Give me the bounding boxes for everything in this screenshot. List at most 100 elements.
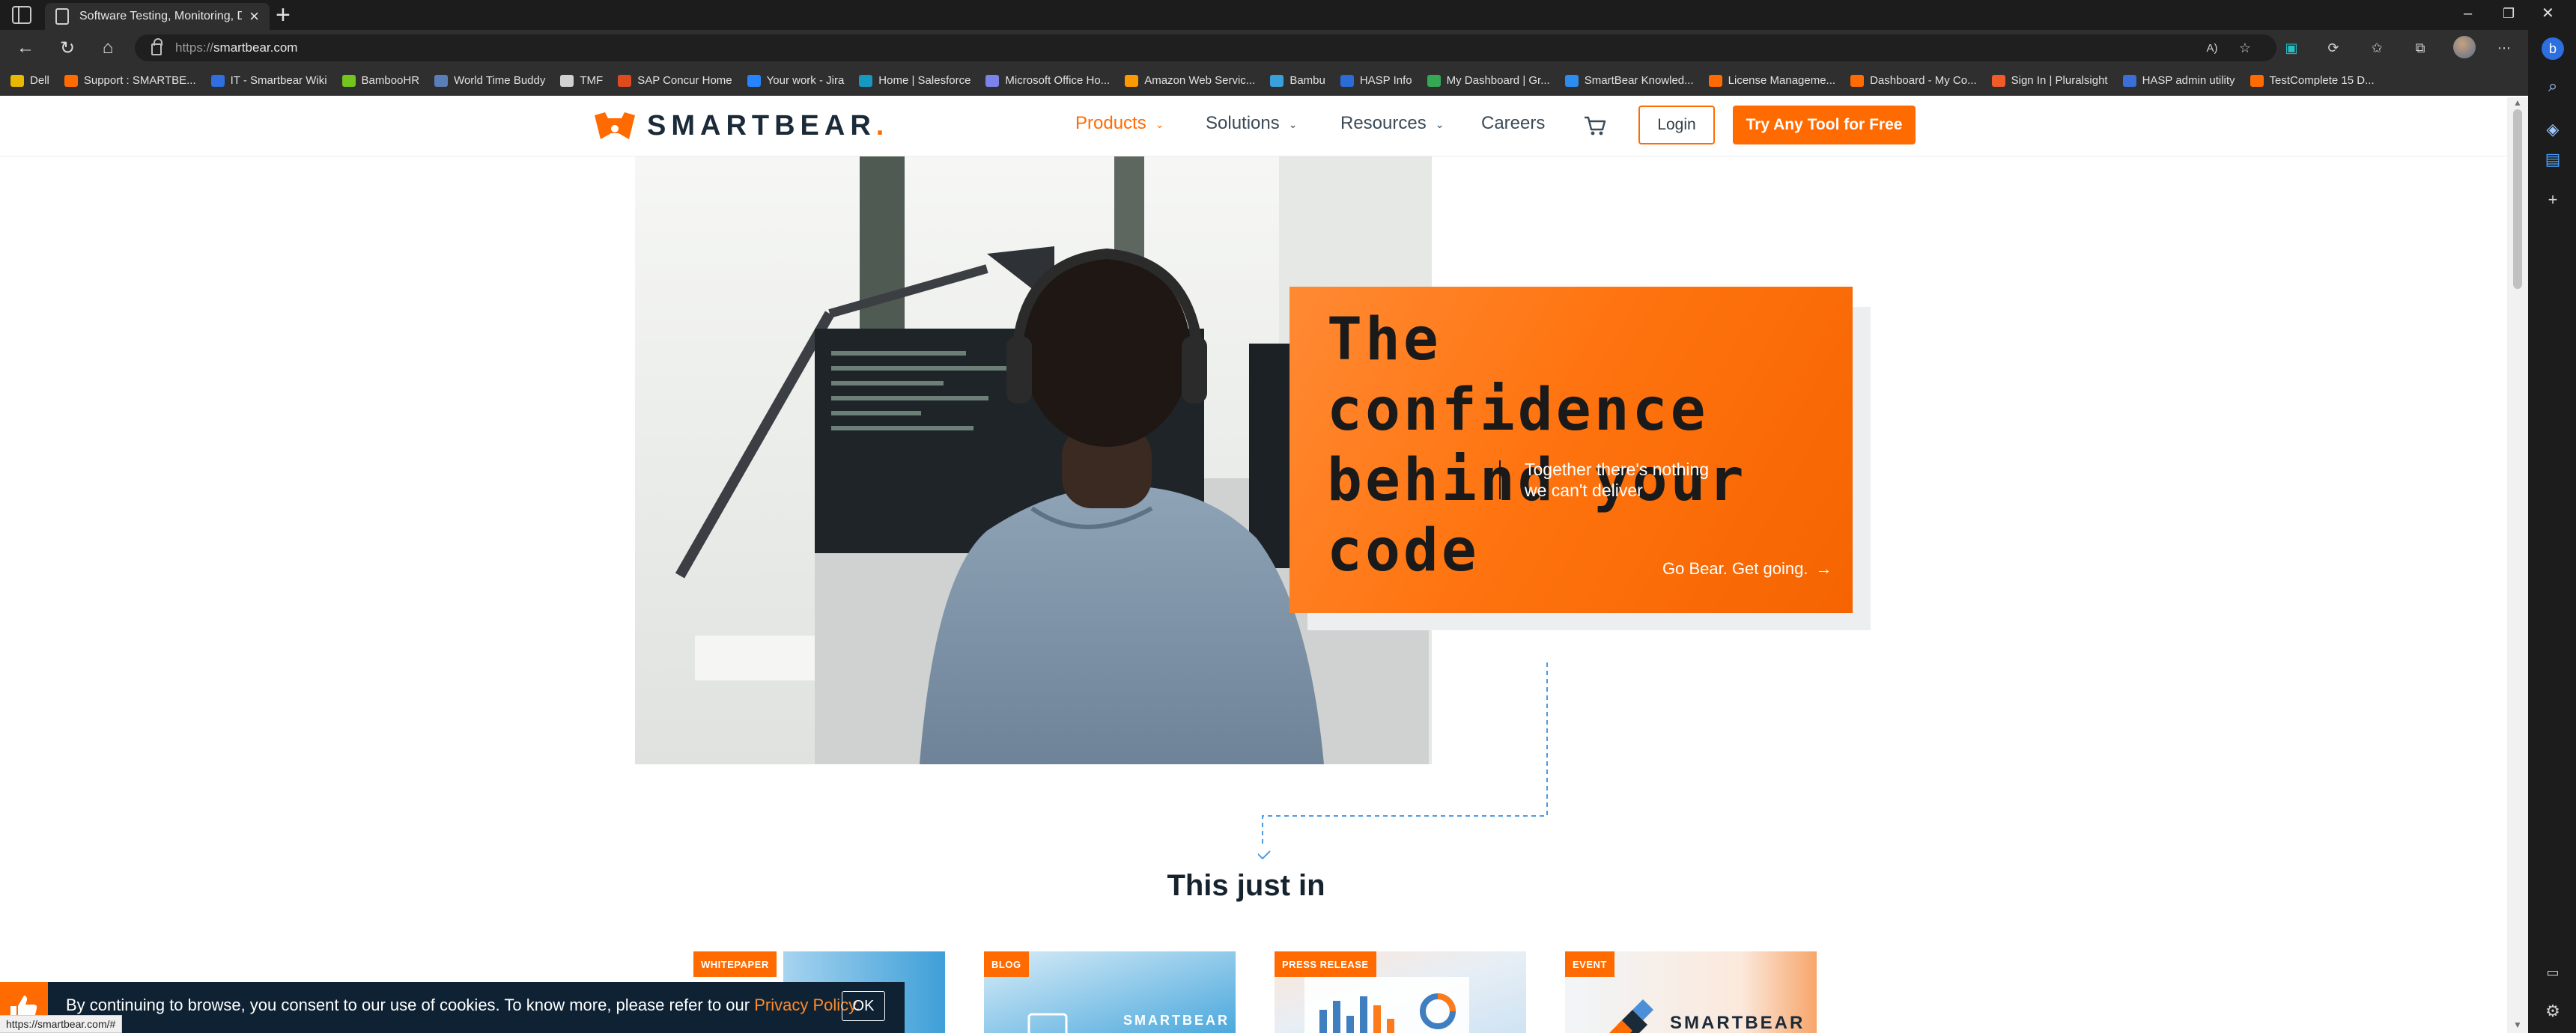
bing-chat-icon[interactable]: b — [2542, 37, 2564, 60]
tab-smartbear[interactable]: Software Testing, Monitoring, De × — [45, 3, 270, 30]
bookmark-label: Your work - Jira — [766, 74, 845, 87]
nav-products[interactable]: Products ⌄ — [1075, 113, 1164, 134]
bookmark-item[interactable]: Amazon Web Servic... — [1125, 74, 1255, 87]
try-any-tool-button[interactable]: Try Any Tool for Free — [1733, 106, 1916, 144]
card-badge: WHITEPAPER — [693, 951, 777, 977]
outlook-icon[interactable]: ▤ — [2543, 150, 2563, 169]
scroll-up-icon[interactable]: ▲ — [2513, 97, 2522, 108]
bookmark-item[interactable]: SmartBear Knowled... — [1564, 74, 1694, 87]
nav-solutions-label: Solutions — [1206, 113, 1280, 133]
bookmark-icon — [618, 74, 632, 87]
cookie-ok-button[interactable]: OK — [842, 991, 885, 1021]
minimize-icon[interactable]: – — [2464, 4, 2472, 22]
login-button[interactable]: Login — [1638, 106, 1715, 144]
cart-icon[interactable] — [1583, 115, 1607, 137]
bear-logo-icon — [595, 112, 635, 139]
hero-cta-link[interactable]: Go Bear. Get going. → — [1662, 559, 1832, 579]
bookmark-icon — [2122, 74, 2136, 87]
bookmark-item[interactable]: World Time Buddy — [434, 74, 545, 87]
extension-2-icon[interactable]: ⟳ — [2323, 37, 2344, 58]
bookmark-label: IT - Smartbear Wiki — [230, 74, 327, 87]
sidebar-settings-icon[interactable]: ⚙ — [2543, 1002, 2563, 1021]
bookmark-item[interactable]: HASP Info — [1340, 74, 1412, 87]
bookmark-label: Amazon Web Servic... — [1144, 74, 1256, 87]
bookmark-item[interactable]: Microsoft Office Ho... — [985, 74, 1110, 87]
home-icon[interactable]: ⌂ — [94, 34, 121, 61]
scroll-down-icon[interactable]: ▼ — [2513, 1020, 2522, 1030]
chevron-down-icon: ⌄ — [1155, 118, 1164, 130]
profile-avatar[interactable] — [2453, 36, 2476, 58]
bookmark-item[interactable]: TestComplete 15 D... — [2250, 74, 2375, 87]
card-badge: EVENT — [1565, 951, 1614, 977]
lock-icon[interactable] — [151, 38, 162, 55]
bookmark-item[interactable]: BambooHR — [341, 74, 420, 87]
cookie-message: By continuing to browse, you consent to … — [66, 996, 860, 1014]
bookmark-icon — [859, 74, 873, 87]
bookmark-label: Sign In | Pluralsight — [2011, 74, 2108, 87]
bookmark-label: Microsoft Office Ho... — [1005, 74, 1111, 87]
bookmark-item[interactable]: My Dashboard | Gr... — [1427, 74, 1550, 87]
bookmark-label: My Dashboard | Gr... — [1446, 74, 1550, 87]
bookmark-icon — [560, 74, 574, 87]
bookmark-label: Home | Salesforce — [878, 74, 971, 87]
bookmark-item[interactable]: Home | Salesforce — [859, 74, 970, 87]
privacy-policy-link[interactable]: Privacy Policy — [754, 996, 855, 1014]
search-icon[interactable]: ⌕ — [2543, 76, 2563, 96]
browser-address-bar: ← ↻ ⌂ https://smartbear.com A) ☆ ▣ ⟳ ✩ ⧉… — [0, 30, 2576, 66]
dashed-connector — [1258, 662, 1548, 860]
bookmark-icon — [1270, 74, 1284, 87]
bookmark-item[interactable]: TMF — [560, 74, 603, 87]
bookmark-label: TestComplete 15 D... — [2269, 74, 2375, 87]
bookmarks-bar: Dell Support : SMARTBE... IT - Smartbear W… — [0, 66, 2576, 96]
nav-careers-label: Careers — [1481, 113, 1546, 133]
close-tab-icon[interactable]: × — [249, 8, 259, 25]
bookmark-item[interactable]: Bambu — [1270, 74, 1325, 87]
bookmark-icon — [341, 74, 356, 87]
hero-divider — [1499, 460, 1501, 499]
bookmark-item[interactable]: Dashboard - My Co... — [1850, 74, 1977, 87]
favorites-icon[interactable]: ✩ — [2366, 37, 2387, 58]
nav-solutions[interactable]: Solutions ⌄ — [1206, 113, 1297, 134]
bookmark-item[interactable]: Your work - Jira — [747, 74, 845, 87]
favorites-add-icon[interactable]: ☆ — [2235, 37, 2255, 58]
bookmark-item[interactable]: Sign In | Pluralsight — [1991, 74, 2108, 87]
bookmark-icon — [747, 74, 761, 87]
bookmark-item[interactable]: License Manageme... — [1708, 74, 1835, 87]
read-aloud-icon[interactable]: A) — [2202, 37, 2223, 58]
bookmark-label: World Time Buddy — [454, 74, 546, 87]
refresh-icon[interactable]: ↻ — [54, 34, 81, 61]
nav-careers[interactable]: Careers — [1481, 113, 1545, 134]
close-window-icon[interactable]: ✕ — [2542, 4, 2554, 22]
sidebar-layout-icon[interactable]: ▭ — [2543, 963, 2563, 982]
bookmark-item[interactable]: SAP Concur Home — [618, 74, 732, 87]
more-menu-icon[interactable]: ⋯ — [2494, 37, 2515, 58]
bookmark-label: BambooHR — [361, 74, 420, 87]
bookmark-icon — [1708, 74, 1722, 87]
bookmark-item[interactable]: HASP admin utility — [2122, 74, 2235, 87]
shopping-icon[interactable]: ◈ — [2543, 120, 2563, 139]
collections-icon[interactable]: ⧉ — [2410, 37, 2431, 58]
bookmark-item[interactable]: Dell — [10, 74, 49, 87]
news-card-blog[interactable]: BLOG SMARTBEAR — [984, 951, 1236, 1033]
bookmark-icon — [434, 74, 449, 87]
nav-resources[interactable]: Resources ⌄ — [1340, 113, 1444, 134]
bookmark-item[interactable]: Support : SMARTBE... — [64, 74, 196, 87]
hero-card: The confidence behind your code Together… — [1289, 287, 1853, 613]
url-field[interactable]: https://smartbear.com — [135, 34, 2276, 61]
news-card-press-release[interactable]: PRESS RELEASE — [1275, 951, 1526, 1033]
news-card-event[interactable]: EVENT SMARTBEAR — [1565, 951, 1817, 1033]
add-sidebar-app-icon[interactable]: + — [2543, 190, 2563, 210]
scroll-thumb[interactable] — [2513, 109, 2522, 289]
restore-icon[interactable]: ❐ — [2503, 4, 2515, 22]
hero-subtitle: Together there's nothing we can't delive… — [1525, 460, 1710, 500]
page-scrollbar[interactable]: ▲ ▼ — [2507, 97, 2528, 1033]
smartbear-logo[interactable]: SMARTBEAR. — [592, 109, 889, 143]
bookmark-label: HASP Info — [1359, 74, 1412, 87]
tab-actions-icon[interactable] — [12, 6, 31, 24]
extension-icon[interactable]: ▣ — [2281, 37, 2302, 58]
bookmark-label: Bambu — [1289, 74, 1325, 87]
back-icon[interactable]: ← — [12, 34, 39, 61]
bookmark-icon — [1427, 74, 1441, 87]
new-tab-icon[interactable]: + — [276, 1, 291, 28]
bookmark-item[interactable]: IT - Smartbear Wiki — [210, 74, 327, 87]
